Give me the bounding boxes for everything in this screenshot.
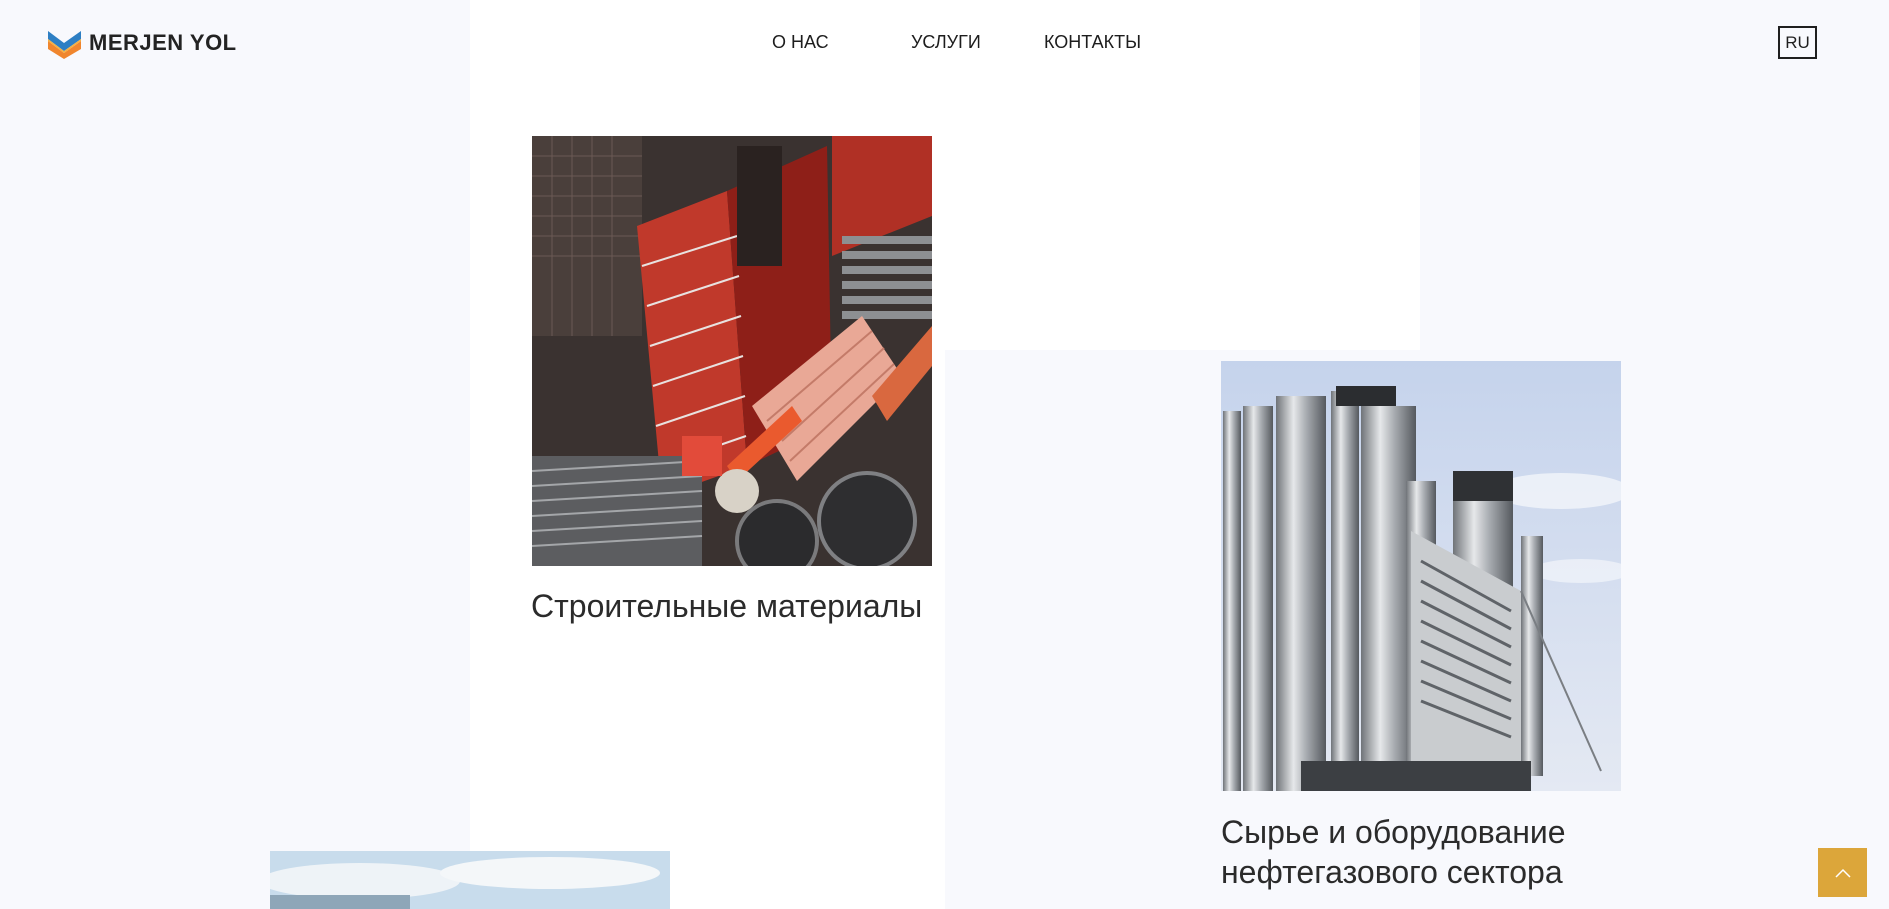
sky-image[interactable] bbox=[270, 851, 670, 909]
card-title-oil-gas-equipment[interactable]: Сырье и оборудование нефтегазового секто… bbox=[1221, 812, 1641, 892]
nav-services[interactable]: УСЛУГИ bbox=[911, 32, 981, 53]
logo-link[interactable]: MERJEN YOL bbox=[48, 27, 237, 59]
card-title-construction-materials[interactable]: Строительные материалы bbox=[531, 586, 971, 626]
logo-text: MERJEN YOL bbox=[89, 30, 237, 55]
nav-about[interactable]: О НАС bbox=[772, 32, 829, 53]
nav-contacts[interactable]: КОНТАКТЫ bbox=[1044, 32, 1141, 53]
language-switcher[interactable]: RU bbox=[1778, 26, 1817, 59]
merjen-yol-logo-icon bbox=[48, 31, 81, 59]
oil-gas-equipment-image[interactable] bbox=[1221, 361, 1621, 791]
chevron-up-icon bbox=[1834, 868, 1851, 878]
construction-materials-image[interactable] bbox=[532, 136, 932, 566]
background-panel bbox=[945, 0, 1420, 350]
scroll-to-top-button[interactable] bbox=[1818, 848, 1867, 897]
